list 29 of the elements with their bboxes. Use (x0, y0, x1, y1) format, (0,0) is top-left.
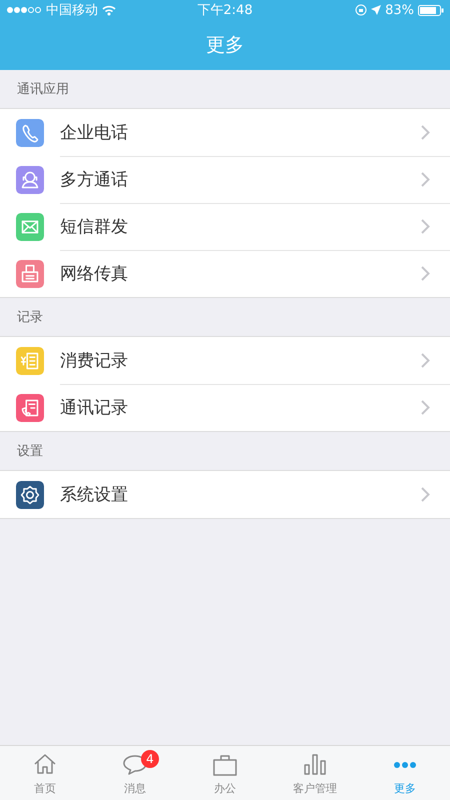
page-title: 更多 (206, 33, 244, 58)
menu-item[interactable]: 消费记录 (0, 337, 450, 384)
menu-item[interactable]: 多方通话 (0, 156, 450, 203)
location-arrow-icon (371, 5, 382, 15)
menu-item[interactable]: 企业电话 (0, 109, 450, 156)
menu-item[interactable]: 系统设置 (0, 471, 450, 518)
chevron-icon (421, 172, 430, 187)
battery-percent: 83% (385, 2, 414, 18)
section-header: 通讯应用 (17, 81, 69, 98)
chevron-icon (421, 400, 430, 415)
chevron-icon (421, 487, 430, 502)
signal-icon (6, 6, 42, 14)
chevron-icon (421, 219, 430, 234)
chevron-icon (421, 266, 430, 281)
wifi-icon (102, 4, 116, 16)
dots-icon (392, 760, 418, 768)
clock-time: 下午2:48 (197, 2, 253, 19)
chevron-icon (421, 353, 430, 368)
menu-item[interactable]: 通讯记录 (0, 384, 450, 431)
section-header: 记录 (17, 309, 43, 326)
battery-icon (418, 4, 444, 16)
tab-item[interactable]: 消息 4 (90, 746, 180, 800)
unread-badge: 4 (141, 750, 159, 768)
menu-item[interactable]: 短信群发 (0, 203, 450, 250)
menu-item[interactable]: 网络传真 (0, 250, 450, 297)
chevron-icon (421, 125, 430, 140)
section-header: 设置 (17, 443, 43, 460)
carrier-name: 中国移动 (46, 2, 98, 19)
rotation-lock-icon (355, 4, 368, 16)
